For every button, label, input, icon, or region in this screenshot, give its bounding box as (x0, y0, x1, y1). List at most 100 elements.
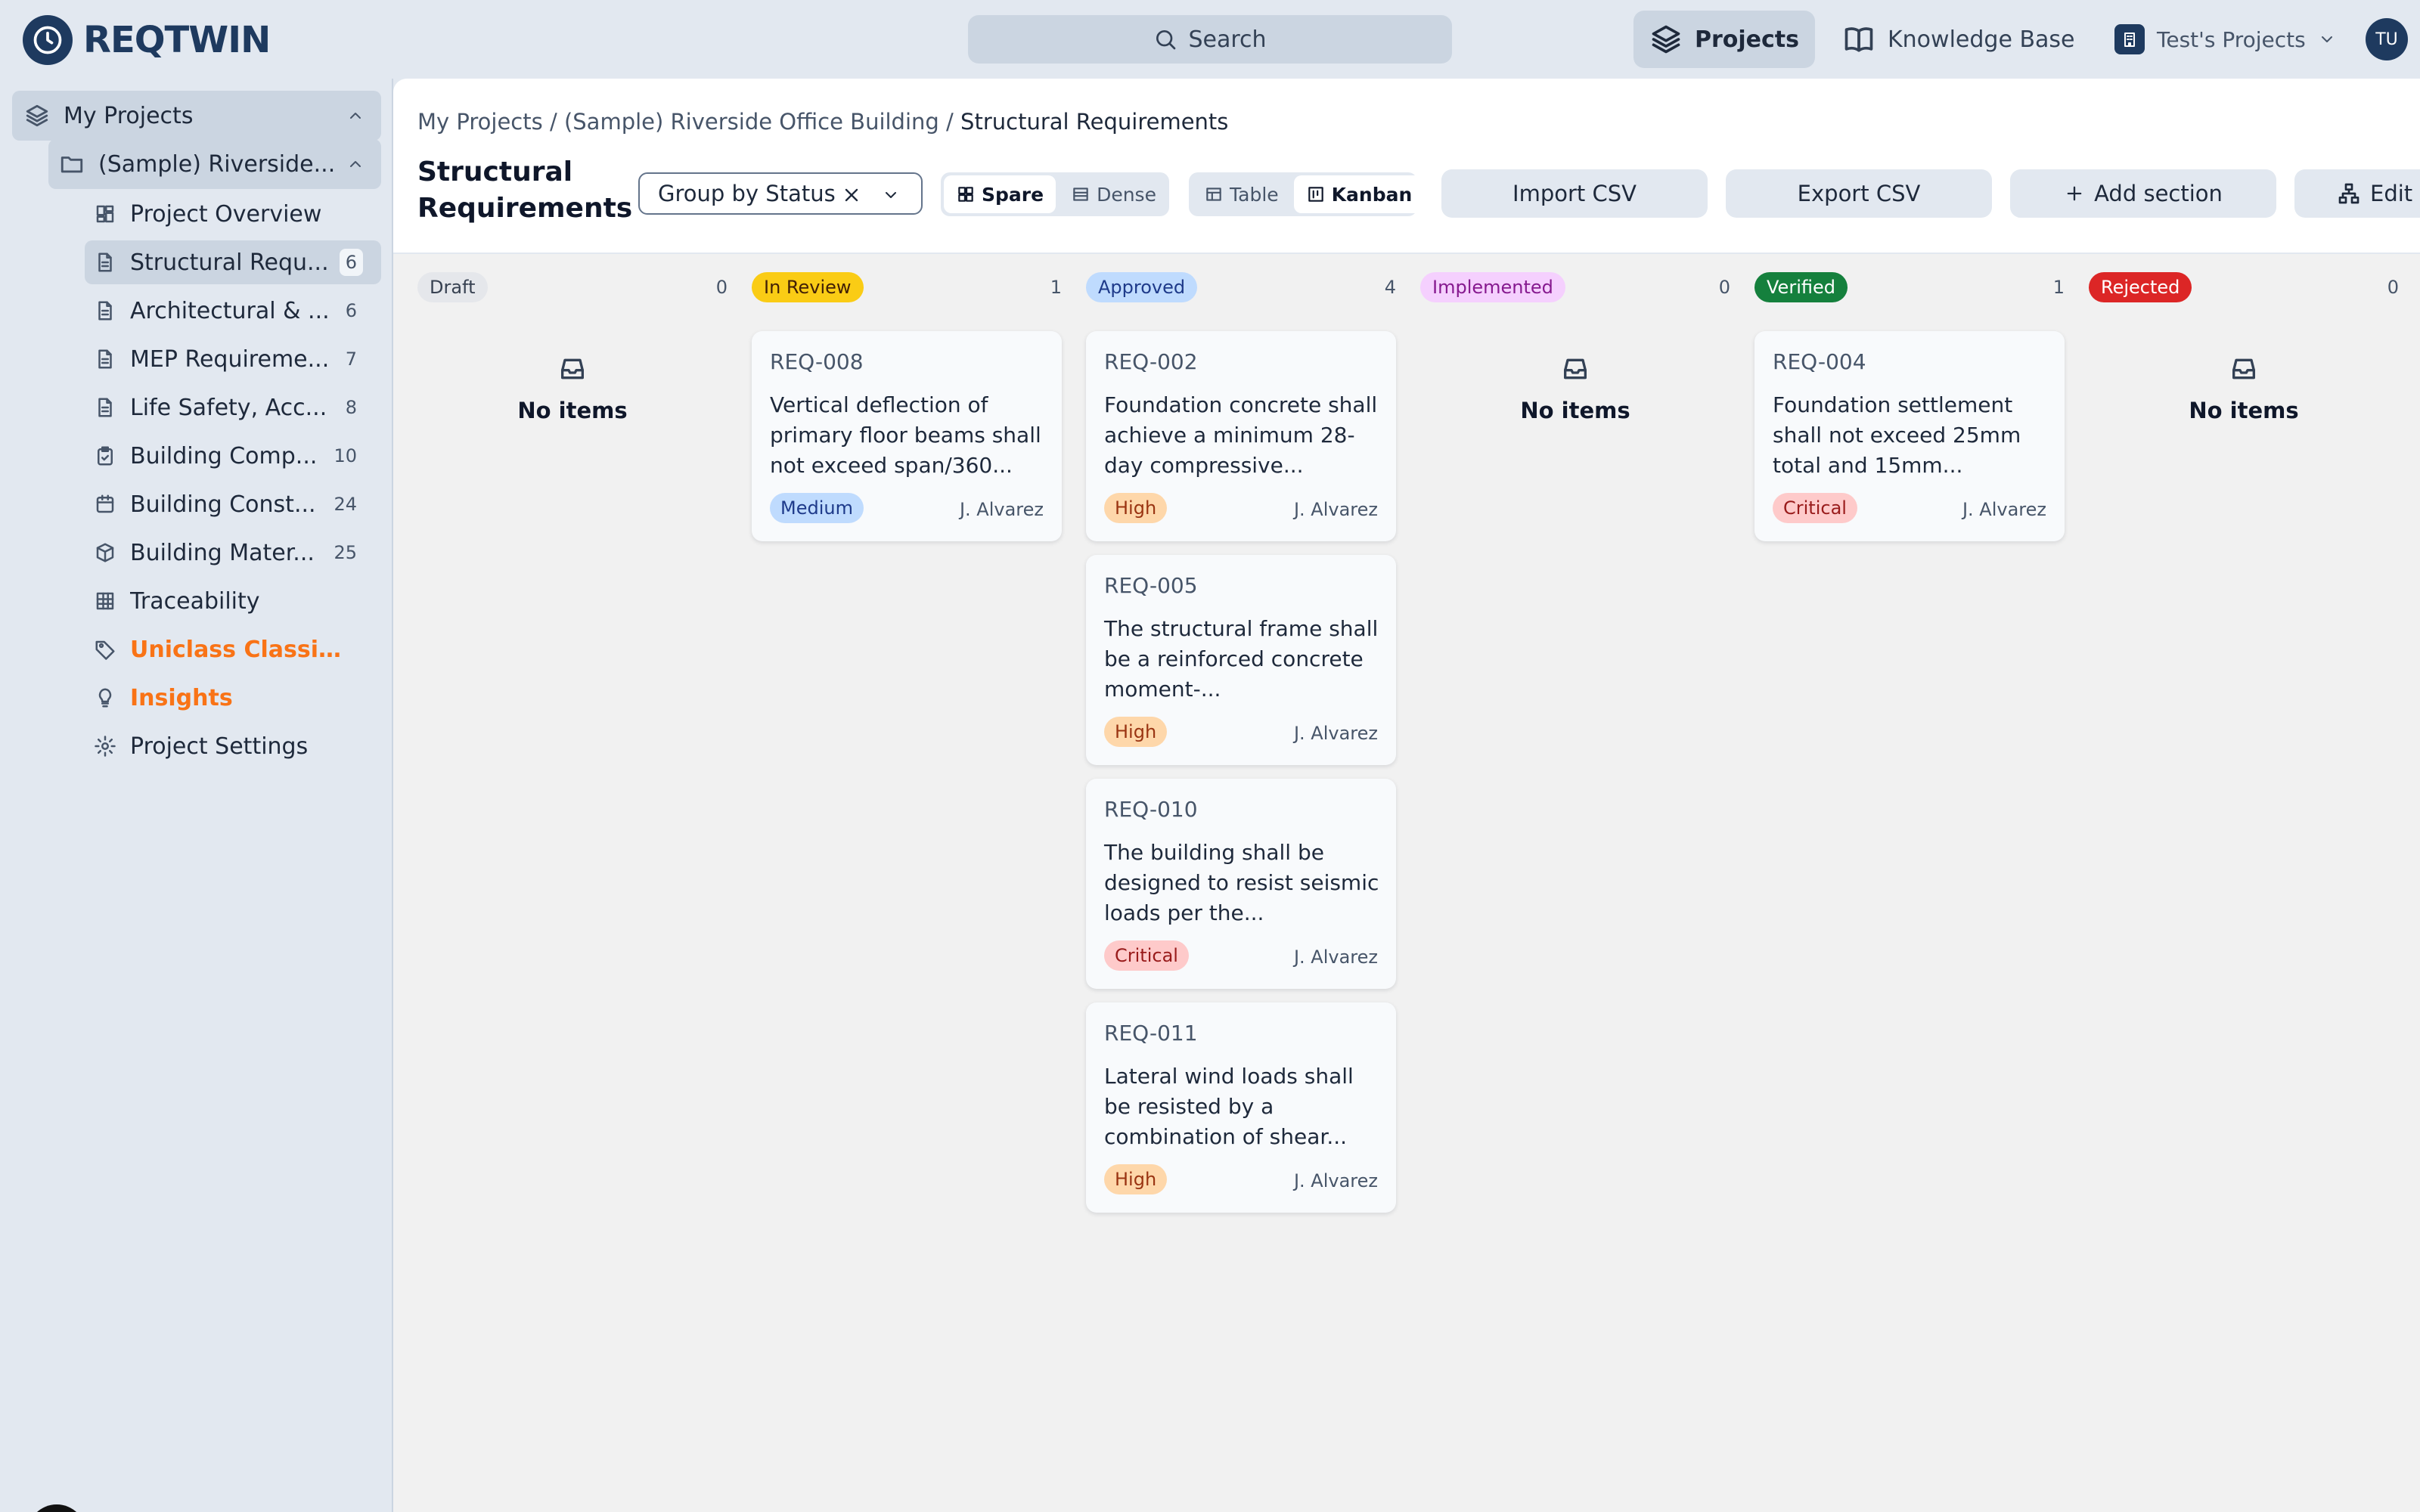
sidebar-item-insights[interactable]: Insights (85, 676, 381, 720)
kanban-column-approved: Approved 4 REQ-002 Foundation concrete sh… (1086, 272, 1396, 1213)
sidebar-item-label: Project Overview (130, 200, 322, 228)
breadcrumb-root[interactable]: My Projects (417, 109, 543, 135)
breadcrumb-separator: / (939, 109, 961, 135)
edit-button[interactable]: Edit (2294, 169, 2420, 218)
column-count: 0 (715, 277, 728, 298)
column-count: 1 (2052, 277, 2065, 298)
empty-label: No items (1520, 398, 1630, 423)
status-badge: Rejected (2089, 272, 2192, 302)
page-header: My Projects / (Sample) Riverside Office … (393, 79, 2420, 254)
requirement-text: The structural frame shall be a reinforc… (1104, 616, 1379, 702)
calendar-icon (94, 493, 116, 516)
inbox-icon (557, 354, 588, 384)
folder-icon (59, 151, 85, 177)
kanban-column-implemented: Implemented 0 No items (1420, 272, 1730, 423)
owner-name: J. Alvarez (1293, 499, 1378, 520)
chevron-up-icon (346, 155, 365, 173)
nav-projects-label: Projects (1694, 26, 1799, 53)
sidebar-item-mep-requireme[interactable]: MEP Requireme... 7 (85, 337, 381, 381)
sidebar-item-label: Building Comp... (130, 442, 318, 469)
view-kanban-option[interactable]: Kanban (1293, 175, 1425, 213)
sidebar-item-count: 25 (334, 542, 357, 563)
sidebar-item-building-comp[interactable]: Building Comp... 10 (85, 434, 381, 478)
density-toggle: Spare Dense (941, 172, 1169, 216)
layers-icon (24, 103, 50, 129)
org-switcher[interactable]: Test's Projects (2114, 11, 2336, 68)
breadcrumb-separator: / (542, 109, 564, 135)
requirement-card[interactable]: REQ-011 Lateral wind loads shall be resi… (1086, 1002, 1396, 1213)
density-spare-option[interactable]: Spare (944, 175, 1056, 213)
breadcrumb-project[interactable]: (Sample) Riverside Office Building (564, 109, 939, 135)
requirement-card[interactable]: REQ-005 The structural frame shall be a … (1086, 555, 1396, 765)
sidebar-item-label: Building Const... (130, 491, 316, 518)
import-csv-button[interactable]: Import CSV (1441, 169, 1708, 218)
column-header: Implemented 0 (1420, 272, 1730, 305)
column-header: Approved 4 (1086, 272, 1396, 305)
sidebar-item-building-mater[interactable]: Building Mater... 25 (85, 531, 381, 575)
column-header: In Review 1 (752, 272, 1062, 305)
clear-icon[interactable] (841, 184, 862, 206)
sidebar-item-count: 7 (345, 349, 357, 370)
sidebar-item-life-safety-acc[interactable]: Life Safety, Acc... 8 (85, 386, 381, 429)
sidebar-item-uniclass-classific[interactable]: Uniclass Classific... (85, 627, 381, 671)
requirement-id: REQ-004 (1773, 349, 1866, 374)
sidebar-item-label: Building Mater... (130, 539, 315, 566)
column-count: 1 (1050, 277, 1062, 298)
priority-badge: Critical (1773, 493, 1857, 523)
top-bar: REQTWIN Search Projects Knowledge Base T… (0, 0, 2420, 79)
dev-badge[interactable]: N (27, 1504, 86, 1512)
tag-icon (94, 638, 116, 661)
sidebar-item-count: 6 (345, 300, 357, 321)
column-header: Rejected 0 (2089, 272, 2399, 305)
empty-state: No items (417, 354, 728, 423)
sidebar-project[interactable]: (Sample) Riverside... (48, 139, 381, 189)
org-label: Test's Projects (2157, 26, 2306, 52)
kanban-column-rejected: Rejected 0 No items (2089, 272, 2399, 423)
sidebar-project-label: (Sample) Riverside... (98, 150, 336, 178)
sidebar-item-count: 10 (334, 445, 357, 466)
group-by-select[interactable]: Group by Status (638, 172, 923, 215)
sidebar-item-project-settings[interactable]: Project Settings (85, 724, 381, 768)
avatar[interactable]: TU (2366, 18, 2408, 60)
view-toggle: Table Kanban (1189, 172, 1425, 216)
empty-state: No items (1420, 354, 1730, 423)
sidebar-item-traceability[interactable]: Traceability (85, 579, 381, 623)
density-spare-label: Spare (982, 183, 1044, 206)
status-badge: Verified (1754, 272, 1848, 302)
plus-icon (2064, 183, 2085, 204)
requirement-card[interactable]: REQ-004 Foundation settlement shall not … (1754, 331, 2065, 541)
add-section-button[interactable]: Add section (2010, 169, 2276, 218)
export-csv-button[interactable]: Export CSV (1726, 169, 1992, 218)
gear-icon (94, 735, 116, 758)
column-count: 0 (1718, 277, 1730, 298)
sidebar-item-project-overview[interactable]: Project Overview (85, 192, 381, 236)
sidebar-item-structural-requ[interactable]: Structural Requ... 6 (85, 240, 381, 284)
inbox-icon (1560, 354, 1590, 384)
requirement-card[interactable]: REQ-008 Vertical deflection of primary f… (752, 331, 1062, 541)
logo[interactable]: REQTWIN (23, 15, 271, 65)
sidebar-item-label: Uniclass Classific... (130, 636, 357, 663)
sidebar-root-my-projects[interactable]: My Projects (12, 91, 381, 141)
owner-name: J. Alvarez (1293, 947, 1378, 968)
sidebar-item-architectural[interactable]: Architectural & ... 6 (85, 289, 381, 333)
sidebar-item-building-const[interactable]: Building Const... 24 (85, 482, 381, 526)
requirement-id: REQ-011 (1104, 1021, 1198, 1046)
sidebar-item-label: Structural Requ... (130, 249, 329, 276)
chevron-up-icon (346, 107, 365, 125)
document-icon (94, 299, 116, 322)
group-by-label: Group by Status (658, 181, 836, 206)
view-table-label: Table (1230, 183, 1279, 206)
search-bar[interactable]: Search (968, 15, 1452, 64)
nav-knowledge-base[interactable]: Knowledge Base (1842, 11, 2075, 68)
requirement-text: Foundation settlement shall not exceed 2… (1773, 392, 2021, 478)
dashboard-icon (94, 203, 116, 225)
sidebar-root-label: My Projects (64, 102, 194, 129)
status-badge: In Review (752, 272, 864, 302)
requirement-card[interactable]: REQ-010 The building shall be designed t… (1086, 779, 1396, 989)
density-dense-option[interactable]: Dense (1059, 175, 1168, 213)
requirement-text: Foundation concrete shall achieve a mini… (1104, 392, 1378, 478)
nav-projects[interactable]: Projects (1634, 11, 1815, 68)
empty-state: No items (2089, 354, 2399, 423)
view-table-option[interactable]: Table (1192, 175, 1291, 213)
requirement-card[interactable]: REQ-002 Foundation concrete shall achiev… (1086, 331, 1396, 541)
